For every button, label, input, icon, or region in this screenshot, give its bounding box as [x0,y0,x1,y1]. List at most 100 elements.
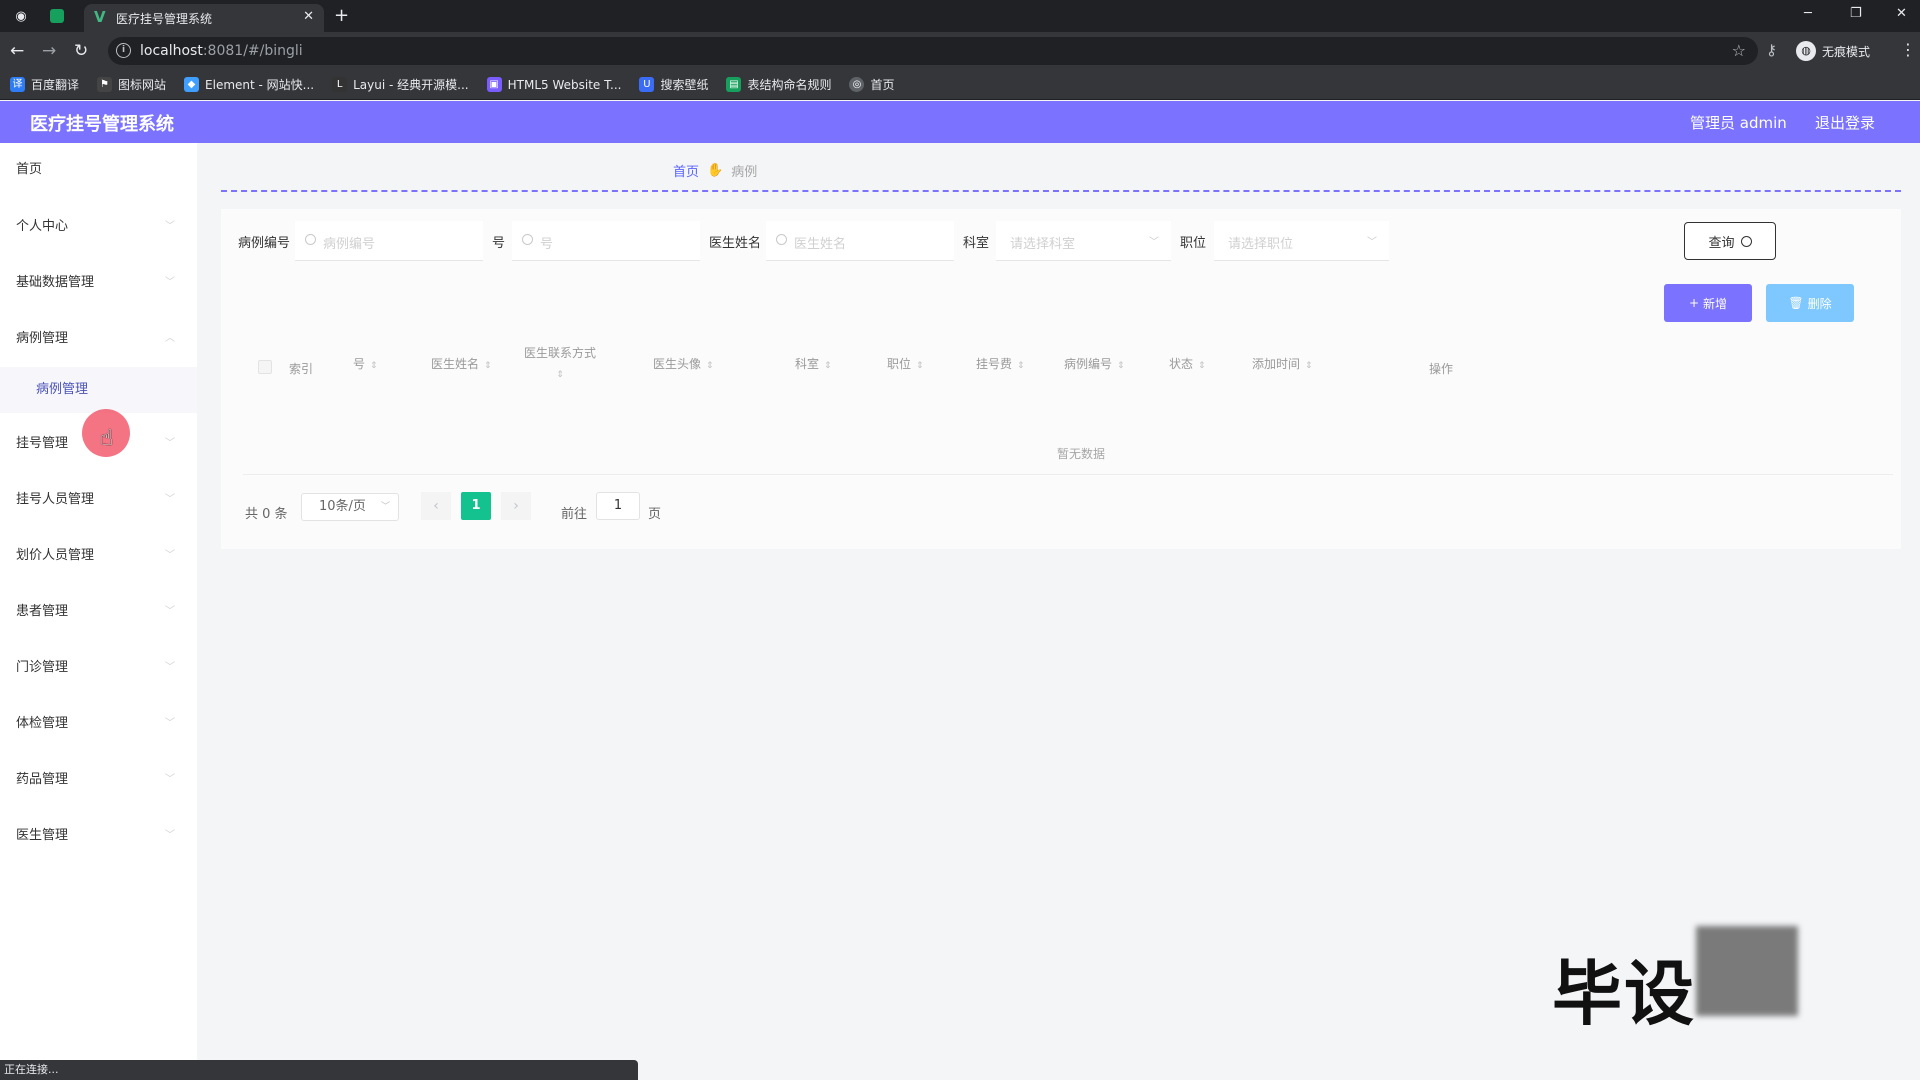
column-header-case-no[interactable]: 病例编号 ⇕ [1064,355,1125,372]
column-header-doctor-avatar[interactable]: 医生头像 ⇕ [653,355,714,372]
sidebar-item-case[interactable]: 病例管理 ︿ [0,320,197,358]
column-header-fee[interactable]: 挂号费 ⇕ [976,355,1025,372]
url-text: localhost:8081/#/bingli [140,43,303,59]
minimize-icon[interactable]: ─ [1804,6,1812,21]
page-number-current[interactable]: 1 [461,492,491,520]
filter-label-case-no: 病例编号 [238,236,291,251]
sidebar-item-medicine[interactable]: 药品管理 ﹀ [0,761,197,799]
browser-tab-bar: ◉ V 医疗挂号管理系统 ✕ + ─ ❐ ✕ [0,0,1920,32]
forward-icon[interactable]: → [42,41,56,61]
search-icon [305,234,316,245]
sort-icon: ⇕ [370,361,378,371]
bookmark-item[interactable]: ▤ 表结构命名规则 [726,76,831,93]
chevron-down-icon: ﹀ [165,494,175,505]
sort-icon: ⇕ [484,361,492,371]
delete-button[interactable]: 🗑 删除 [1766,284,1854,322]
bookmark-item[interactable]: L Layui - 经典开源模... [332,76,469,93]
sidebar-subitem-case[interactable]: 病例管理 [0,367,197,413]
column-header-added-time[interactable]: 添加时间 ⇕ [1252,355,1313,372]
restore-icon[interactable]: ❐ [1850,6,1862,21]
column-header-number[interactable]: 号 ⇕ [353,355,378,372]
browser-status-bar: 正在连接... [0,1060,638,1080]
sidebar-item-registrar[interactable]: 挂号人员管理 ﹀ [0,481,197,519]
password-key-icon[interactable]: ⚷ [1766,41,1777,59]
column-header-status[interactable]: 状态 ⇕ [1169,355,1206,372]
column-header-actions: 操作 [1429,362,1454,376]
chevron-down-icon: ﹀ [165,550,175,561]
search-icon [522,234,533,245]
sidebar-item-home[interactable]: 首页 [0,151,197,189]
page-size-select[interactable]: 10条/页 ﹀ [301,493,399,521]
sidebar-item-base-data[interactable]: 基础数据管理 ﹀ [0,264,197,302]
bookmark-item[interactable]: ⚑ 图标网站 [97,76,166,93]
chevron-down-icon: ﹀ [165,221,175,232]
plus-icon: + [1688,296,1700,310]
sidebar-item-checkup[interactable]: 体检管理 ﹀ [0,705,197,743]
trash-icon: 🗑 [1788,296,1804,310]
goto-page-input[interactable]: 1 [596,492,640,520]
bookmarks-bar: 译百度翻译 ⚑ 图标网站 ◆ Element - 网站快... L Layui - 经… [0,70,1920,100]
bookmark-icon: ⚑ [97,77,113,92]
column-header-position[interactable]: 职位 ⇕ [887,355,924,372]
pagination-total: 共 0 条 [245,507,288,522]
address-bar[interactable]: i localhost:8081/#/bingli ☆ [108,37,1758,65]
department-select[interactable]: 请选择科室 ﹀ [996,221,1171,261]
sidebar-item-pricing-staff[interactable]: 划价人员管理 ﹀ [0,537,197,575]
new-tab-icon[interactable]: + [334,5,349,26]
bookmark-star-icon[interactable]: ☆ [1732,41,1746,60]
back-icon[interactable]: ← [10,41,24,61]
site-info-icon[interactable]: i [116,43,131,58]
case-no-input[interactable]: 病例编号 [295,221,483,261]
watermark-blur [1696,926,1798,1016]
app-title: 医疗挂号管理系统 [30,114,174,135]
tab-active[interactable]: V 医疗挂号管理系统 ✕ [84,4,324,32]
position-select[interactable]: 请选择职位 ﹀ [1214,221,1389,261]
logout-link[interactable]: 退出登录 [1815,112,1875,133]
number-input[interactable]: 号 [512,221,700,261]
query-button[interactable]: 查询 [1684,222,1776,260]
bookmark-item[interactable]: ◆ Element - 网站快... [184,76,314,93]
bookmark-item[interactable]: ▣ HTML5 Website T... [486,77,621,92]
column-header-department[interactable]: 科室 ⇕ [795,355,832,372]
chevron-down-icon: ﹀ [165,606,175,617]
column-header-doctor-phone[interactable]: 医生联系方式 ⇕ [524,343,596,385]
breadcrumb-separator-icon: ✋ [707,163,724,178]
breadcrumb-home[interactable]: 首页 [673,161,699,180]
reload-icon[interactable]: ↻ [74,41,88,61]
tab-close-icon[interactable]: ✕ [303,9,314,24]
incognito-icon: ◍ [1796,41,1816,61]
sidebar-item-outpatient[interactable]: 门诊管理 ﹀ [0,649,197,687]
case-panel: 病例编号 病例编号 号 号 医生姓名 医生姓名 科室 请选择科室 ﹀ 职位 请选… [221,209,1901,549]
sidebar-item-patient[interactable]: 患者管理 ﹀ [0,593,197,631]
chevron-down-icon: ﹀ [1149,237,1159,248]
sidebar-item-doctor[interactable]: 医生管理 ﹀ [0,817,197,855]
incognito-indicator[interactable]: ◍ 无痕模式 [1796,40,1870,62]
column-header-doctor-name[interactable]: 医生姓名 ⇕ [431,355,492,372]
sort-icon: ⇕ [556,370,564,380]
add-button[interactable]: + 新增 [1664,284,1752,322]
bookmark-item[interactable]: 译百度翻译 [10,76,79,93]
current-user: 管理员 admin [1690,114,1787,132]
watermark-text: 毕设 [1552,953,1696,1035]
bookmark-item[interactable]: U 搜索壁纸 [639,76,708,93]
window-close-icon[interactable]: ✕ [1896,6,1907,21]
browser-menu-icon[interactable]: ◉ [12,7,30,25]
globe-icon: ◎ [849,77,865,92]
table-border [243,474,1893,475]
pinned-tab-icon[interactable] [50,9,64,23]
hand-cursor-icon: ☝ [100,426,114,451]
next-page-button[interactable]: › [501,492,531,520]
divider [221,190,1901,192]
select-all-checkbox[interactable] [258,360,272,374]
doctor-name-input[interactable]: 医生姓名 [766,221,954,261]
sidebar-item-profile[interactable]: 个人中心 ﹀ [0,208,197,246]
goto-label: 前往 [561,507,588,522]
breadcrumb: 首页 ✋ 病例 [673,161,757,180]
prev-page-button[interactable]: ‹ [421,492,451,520]
breadcrumb-current: 病例 [731,165,758,180]
browser-toolbar: ← → ↻ i localhost:8081/#/bingli ☆ [0,32,1920,70]
chevron-down-icon: ﹀ [165,277,175,288]
browser-more-icon[interactable]: ⋮ [1900,40,1916,59]
bookmark-item[interactable]: ◎ 首页 [849,76,895,93]
chevron-down-icon: ﹀ [165,662,175,673]
